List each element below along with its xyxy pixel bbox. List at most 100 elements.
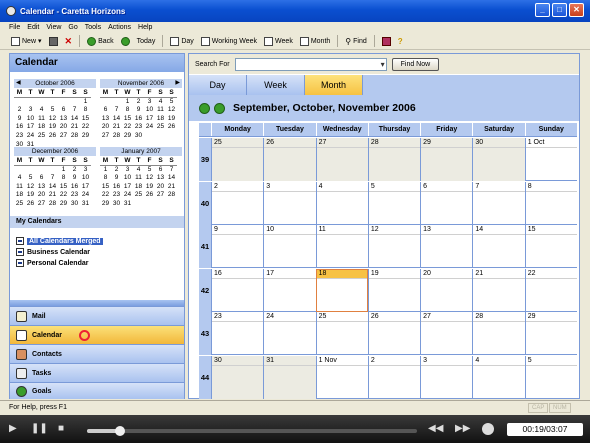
mini-calendar-day[interactable]: 24 xyxy=(144,123,155,132)
mini-calendar-day[interactable]: 11 xyxy=(155,106,166,115)
fast-forward-icon[interactable]: ▶▶ xyxy=(455,424,470,434)
mini-calendar-day[interactable]: 26 xyxy=(166,123,177,132)
new-button[interactable]: New ▾ xyxy=(9,35,44,48)
day-cell[interactable]: 2 xyxy=(211,181,264,225)
mini-calendar-day[interactable]: 2 xyxy=(133,98,144,107)
previous-arrow-icon[interactable] xyxy=(199,102,210,114)
checkbox-icon[interactable] xyxy=(16,259,24,267)
mini-calendar-day[interactable]: 13 xyxy=(155,174,166,183)
day-cell[interactable]: 31 xyxy=(263,356,316,399)
mini-calendar-day[interactable]: 11 xyxy=(14,183,25,192)
nav-goals[interactable]: Goals xyxy=(10,382,184,399)
next-arrow-icon[interactable] xyxy=(214,102,225,114)
mini-calendar-day[interactable]: 20 xyxy=(100,123,111,132)
day-cell[interactable]: 27 xyxy=(420,312,473,356)
maximize-button[interactable]: □ xyxy=(552,3,567,17)
day-cell[interactable]: 22 xyxy=(524,268,577,312)
mini-calendar-day[interactable]: 30 xyxy=(133,132,144,141)
menu-view[interactable]: View xyxy=(46,24,61,31)
mini-calendar-day[interactable]: 3 xyxy=(122,166,133,175)
mini-calendar-day[interactable]: 1 xyxy=(100,166,111,175)
mini-calendar-day[interactable]: 5 xyxy=(47,106,58,115)
day-cell[interactable]: 6 xyxy=(420,181,473,225)
mini-calendar-day[interactable]: 26 xyxy=(25,200,36,209)
day-cell[interactable]: 8 xyxy=(524,181,577,225)
mini-calendar-day[interactable]: 3 xyxy=(144,98,155,107)
mini-calendar-day[interactable]: 15 xyxy=(58,183,69,192)
find-button[interactable]: ⚲ Find xyxy=(343,35,368,48)
mini-calendar-day[interactable]: 14 xyxy=(47,183,58,192)
day-cell[interactable]: 20 xyxy=(420,268,473,312)
day-cell[interactable]: 30 xyxy=(472,138,525,181)
mini-calendar-day[interactable]: 12 xyxy=(47,115,58,124)
mini-calendar-day[interactable]: 6 xyxy=(155,166,166,175)
mini-calendar-day[interactable]: 27 xyxy=(155,191,166,200)
mini-calendar-day[interactable]: 17 xyxy=(144,115,155,124)
day-cell[interactable]: 4 xyxy=(472,356,525,399)
mini-calendar-day[interactable]: 15 xyxy=(100,183,111,192)
mini-calendar-day[interactable]: 21 xyxy=(111,123,122,132)
mini-calendar-day[interactable]: 27 xyxy=(36,200,47,209)
mini-calendar-day[interactable]: 5 xyxy=(144,166,155,175)
mini-calendar-day[interactable]: 18 xyxy=(14,191,25,200)
checkbox-icon[interactable] xyxy=(16,237,24,245)
rewind-icon[interactable]: ◀◀ xyxy=(428,424,443,434)
week-view-button[interactable]: Week xyxy=(262,35,295,48)
mini-calendar-day[interactable]: 29 xyxy=(58,200,69,209)
day-cell[interactable]: 16 xyxy=(211,268,264,312)
day-cell[interactable]: 9 xyxy=(211,225,264,269)
back-button[interactable]: Back xyxy=(85,35,116,48)
day-cell[interactable]: 10 xyxy=(263,225,316,269)
mini-calendar-day[interactable]: 10 xyxy=(122,174,133,183)
mini-calendar-day[interactable]: 26 xyxy=(47,132,58,141)
mini-calendar-day[interactable]: 25 xyxy=(155,123,166,132)
mini-calendar-day[interactable]: 7 xyxy=(111,106,122,115)
mini-calendar-day[interactable]: 30 xyxy=(69,200,80,209)
nav-tasks[interactable]: Tasks xyxy=(10,363,184,382)
mini-calendar-day[interactable]: 4 xyxy=(14,174,25,183)
mini-calendar-day[interactable]: 11 xyxy=(133,174,144,183)
menu-actions[interactable]: Actions xyxy=(108,24,131,31)
minimize-button[interactable]: _ xyxy=(535,3,550,17)
today-button[interactable]: Today xyxy=(135,35,158,48)
week-number[interactable]: 41 xyxy=(199,225,211,269)
mini-calendar-day[interactable]: 21 xyxy=(166,183,177,192)
mini-calendar-day[interactable]: 6 xyxy=(36,174,47,183)
mini-calendar-day[interactable]: 4 xyxy=(36,106,47,115)
day-cell[interactable]: 5 xyxy=(524,356,577,399)
day-cell[interactable]: 28 xyxy=(367,138,421,181)
checkbox-icon[interactable] xyxy=(16,248,24,256)
mini-calendar-day[interactable]: 24 xyxy=(25,132,36,141)
day-cell[interactable]: 12 xyxy=(367,225,421,269)
prev-month-icon[interactable]: ◀ xyxy=(16,79,21,88)
calendar-item-all-merged[interactable]: All Calendars Merged xyxy=(16,237,103,245)
mini-calendar-day[interactable]: 15 xyxy=(122,115,133,124)
mini-calendar-day[interactable]: 7 xyxy=(47,174,58,183)
nav-mail[interactable]: Mail xyxy=(10,306,184,325)
mini-calendar-day[interactable]: 25 xyxy=(14,200,25,209)
help-button[interactable]: ? xyxy=(396,35,405,48)
day-cell[interactable]: 3 xyxy=(263,181,316,225)
mini-calendar-day[interactable]: 16 xyxy=(111,183,122,192)
mini-calendar-day[interactable]: 18 xyxy=(133,183,144,192)
mini-calendar-day[interactable]: 3 xyxy=(25,106,36,115)
mini-calendar-day[interactable]: 19 xyxy=(166,115,177,124)
mini-calendar-day[interactable]: 5 xyxy=(166,98,177,107)
mini-calendar-day[interactable]: 1 xyxy=(58,166,69,175)
find-now-button[interactable]: Find Now xyxy=(391,57,440,71)
day-cell[interactable]: 13 xyxy=(420,225,473,269)
mini-calendar-day[interactable]: 31 xyxy=(122,200,133,209)
mini-calendar-day[interactable]: 16 xyxy=(14,123,25,132)
mini-calendar-day[interactable]: 23 xyxy=(14,132,25,141)
day-cell[interactable]: 23 xyxy=(211,312,264,356)
mini-calendar-day[interactable]: 23 xyxy=(111,191,122,200)
day-cell[interactable]: 19 xyxy=(367,268,421,312)
mini-calendar-day[interactable]: 29 xyxy=(100,200,111,209)
mini-calendar-day[interactable]: 27 xyxy=(58,132,69,141)
mini-calendar-day[interactable]: 19 xyxy=(144,183,155,192)
menu-help[interactable]: Help xyxy=(138,24,152,31)
mini-calendar-day[interactable]: 10 xyxy=(80,174,91,183)
mini-calendar-day[interactable]: 18 xyxy=(36,123,47,132)
mini-calendar-day[interactable]: 13 xyxy=(100,115,111,124)
day-cell[interactable]: 1 Oct xyxy=(524,138,577,181)
